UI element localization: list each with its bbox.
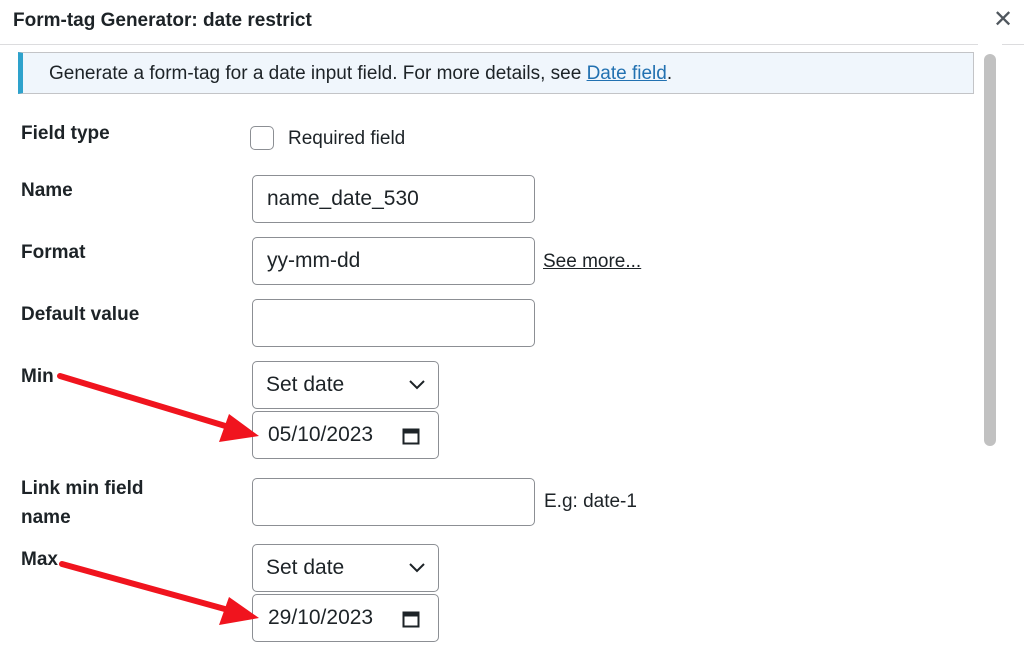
- min-label: Min: [21, 366, 54, 387]
- notice-text: Generate a form-tag for a date input fie…: [49, 63, 587, 84]
- link-min-label-line1: Link min field: [21, 478, 144, 499]
- max-annotation-arrow: [59, 561, 259, 625]
- info-notice: Generate a form-tag for a date input fie…: [18, 52, 974, 94]
- min-select-value: Set date: [266, 373, 345, 396]
- close-icon[interactable]: ✕: [990, 7, 1016, 33]
- name-input[interactable]: name_date_530: [252, 175, 535, 223]
- name-label: Name: [21, 180, 73, 201]
- field-type-label: Field type: [21, 123, 110, 144]
- format-label: Format: [21, 242, 86, 263]
- max-type-select[interactable]: Set date: [252, 544, 439, 592]
- date-field-link[interactable]: Date field: [587, 63, 667, 84]
- required-field-label[interactable]: Required field: [288, 128, 405, 150]
- calendar-icon[interactable]: [402, 427, 420, 445]
- format-input[interactable]: yy-mm-dd: [252, 237, 535, 285]
- required-field-checkbox[interactable]: [250, 126, 274, 150]
- notice-text-wrap: Generate a form-tag for a date input fie…: [49, 63, 672, 85]
- link-min-label-line2: name: [21, 507, 71, 528]
- min-date-value: 05/10/2023: [268, 423, 374, 446]
- max-select-value: Set date: [266, 556, 345, 579]
- dialog-title: Form-tag Generator: date restrict: [13, 10, 312, 31]
- dialog-titlebar: Form-tag Generator: date restrict ✕: [0, 0, 1024, 45]
- see-more-link[interactable]: See more...: [543, 251, 641, 273]
- max-date-value: 29/10/2023: [268, 606, 374, 629]
- default-value-label: Default value: [21, 304, 140, 325]
- link-min-hint: E.g: date-1: [544, 491, 637, 512]
- notice-suffix: .: [666, 63, 673, 84]
- scrollbar-thumb[interactable]: [984, 54, 996, 446]
- max-label: Max: [21, 549, 58, 570]
- min-date-input[interactable]: 05/10/2023: [252, 411, 439, 459]
- min-annotation-arrow: [57, 373, 259, 442]
- chevron-down-icon: [409, 563, 425, 573]
- chevron-down-icon: [409, 380, 425, 390]
- default-value-input[interactable]: [252, 299, 535, 347]
- calendar-icon[interactable]: [402, 610, 420, 628]
- max-date-input[interactable]: 29/10/2023: [252, 594, 439, 642]
- scrollbar[interactable]: [978, 44, 1002, 649]
- link-min-field-input[interactable]: [252, 478, 535, 526]
- min-type-select[interactable]: Set date: [252, 361, 439, 409]
